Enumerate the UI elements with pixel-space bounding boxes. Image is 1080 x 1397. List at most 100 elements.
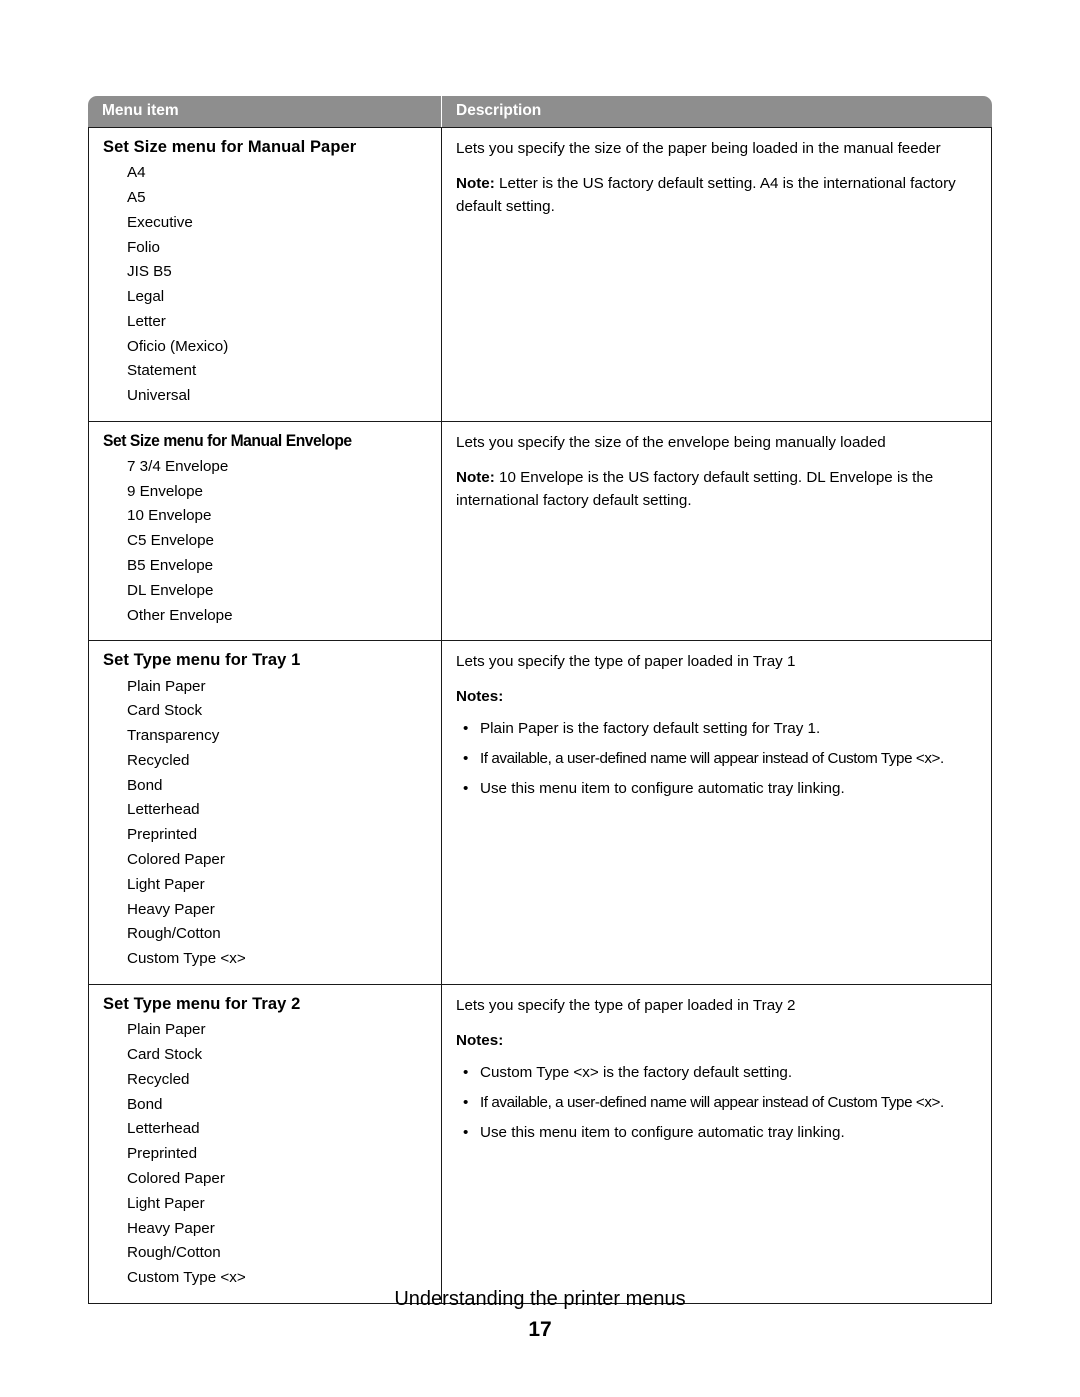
notes-bullet-item: • Custom Type <x> is the factory default …	[456, 1061, 977, 1084]
description-note: Note: Letter is the US factory default s…	[456, 172, 977, 218]
menu-option-item[interactable]: Letterhead	[127, 1117, 431, 1142]
menu-option-item[interactable]: Rough/Cotton	[127, 922, 431, 947]
notes-heading: Notes:	[456, 1032, 504, 1050]
menu-item-title: Set Type menu for Tray 1	[103, 651, 301, 670]
menu-option-item[interactable]: Universal	[127, 384, 431, 409]
notes-bullet-list: • Plain Paper is the factory default sett…	[456, 717, 977, 800]
menu-option-item[interactable]: B5 Envelope	[127, 554, 431, 579]
menu-option-item[interactable]: Recycled	[127, 749, 431, 774]
bullet-icon: •	[463, 1124, 469, 1142]
description-cell: Lets you specify the type of paper loade…	[442, 984, 992, 1304]
menu-option-item[interactable]: Plain Paper	[127, 1018, 431, 1043]
notes-heading: Notes:	[456, 688, 504, 706]
notes-bullet-item: • If available, a user-defined name will …	[456, 747, 977, 770]
menu-option-item[interactable]: Transparency	[127, 724, 431, 749]
bullet-icon: •	[463, 1094, 468, 1112]
note-text: 10 Envelope is the US factory default se…	[456, 469, 934, 510]
notes-bullet-text: If available, a user-defined name will a…	[480, 750, 944, 768]
description-intro: Lets you specify the size of the paper b…	[456, 140, 941, 157]
menu-item-title: Set Size menu for Manual Paper	[103, 138, 357, 156]
notes-bullet-list: • Custom Type <x> is the factory default …	[456, 1061, 977, 1144]
description-intro: Lets you specify the size of the envelop…	[456, 434, 886, 452]
column-header-description: Description	[442, 96, 992, 127]
description-intro: Lets you specify the type of paper loade…	[456, 997, 796, 1015]
menu-option-item[interactable]: Plain Paper	[127, 675, 431, 700]
menu-option-item[interactable]: Heavy Paper	[127, 898, 431, 923]
menu-option-item[interactable]: 9 Envelope	[127, 480, 431, 505]
notes-bullet-text: If available, a user-defined name will a…	[480, 1094, 944, 1112]
menu-option-item[interactable]: 10 Envelope	[127, 504, 431, 529]
menu-option-item[interactable]: Rough/Cotton	[127, 1241, 431, 1266]
notes-bullet-item: • Use this menu item to configure automat…	[456, 1121, 977, 1144]
notes-bullet-text: Custom Type <x> is the factory default s…	[480, 1064, 793, 1082]
menu-option-list: Plain Paper Card Stock Transparency Recycle…	[103, 675, 431, 973]
description-cell: Lets you specify the size of the paper b…	[442, 127, 992, 422]
menu-option-item[interactable]: Light Paper	[127, 873, 431, 898]
menu-option-item[interactable]: Bond	[127, 1093, 431, 1118]
menu-option-item[interactable]: Folio	[127, 236, 431, 261]
menu-item-title: Set Type menu for Tray 2	[103, 995, 301, 1014]
menu-option-item[interactable]: Heavy Paper	[127, 1217, 431, 1242]
table-header: Menu item Description	[88, 96, 992, 127]
table-row: Set Type menu for Tray 1 Plain Paper Card …	[88, 640, 992, 985]
printer-menu-table: Menu item Description Set Size menu for …	[88, 96, 992, 1304]
note-text: Letter is the US factory default setting…	[456, 175, 956, 215]
menu-option-item[interactable]: Colored Paper	[127, 1167, 431, 1192]
menu-option-item[interactable]: Other Envelope	[127, 604, 431, 629]
menu-item-cell: Set Type menu for Tray 2 Plain Paper Card …	[88, 984, 442, 1304]
menu-option-item[interactable]: Oficio (Mexico)	[127, 335, 431, 360]
description-cell: Lets you specify the size of the envelop…	[442, 421, 992, 641]
menu-option-item[interactable]: JIS B5	[127, 260, 431, 285]
menu-option-list: Plain Paper Card Stock Recycled Bond Letterh…	[103, 1018, 431, 1291]
footer-page-number: 17	[528, 1318, 552, 1341]
menu-option-item[interactable]: Colored Paper	[127, 848, 431, 873]
note-label: Note:	[456, 469, 495, 487]
menu-option-list: A4 A5 Executive Folio JIS B5 Legal Letter Ofici…	[103, 161, 431, 409]
notes-bullet-text: Use this menu item to configure automati…	[480, 780, 845, 798]
menu-option-item[interactable]: A4	[127, 161, 431, 186]
menu-option-item[interactable]: Card Stock	[127, 1043, 431, 1068]
footer-section-title: Understanding the printer menus	[394, 1288, 686, 1310]
menu-item-cell: Set Size menu for Manual Envelope 7 3/4 E…	[88, 421, 442, 641]
notes-bullet-text: Plain Paper is the factory default setti…	[480, 720, 821, 738]
menu-option-item[interactable]: C5 Envelope	[127, 529, 431, 554]
menu-option-item[interactable]: Bond	[127, 774, 431, 799]
menu-item-cell: Set Type menu for Tray 1 Plain Paper Card …	[88, 640, 442, 985]
notes-bullet-text: Use this menu item to configure automati…	[480, 1124, 845, 1142]
page-footer: Understanding the printer menus 17	[0, 1286, 1080, 1344]
table-body: Set Size menu for Manual Paper A4 A5 Execut…	[88, 127, 992, 1304]
bullet-icon: •	[463, 780, 469, 798]
description-intro: Lets you specify the type of paper loade…	[456, 653, 796, 671]
menu-option-item[interactable]: Letter	[127, 310, 431, 335]
menu-option-item[interactable]: Executive	[127, 211, 431, 236]
menu-option-item[interactable]: Legal	[127, 285, 431, 310]
menu-option-list: 7 3/4 Envelope 9 Envelope 10 Envelope C5 En…	[103, 455, 431, 629]
menu-item-cell: Set Size menu for Manual Paper A4 A5 Execut…	[88, 127, 442, 422]
column-header-menu-item: Menu item	[88, 96, 442, 127]
notes-bullet-item: • If available, a user-defined name will …	[456, 1091, 977, 1114]
menu-option-item[interactable]: Custom Type <x>	[127, 947, 431, 972]
notes-bullet-item: • Use this menu item to configure automat…	[456, 777, 977, 800]
menu-option-item[interactable]: Letterhead	[127, 798, 431, 823]
document-page: Menu item Description Set Size menu for …	[0, 0, 1080, 1397]
menu-option-item[interactable]: Light Paper	[127, 1192, 431, 1217]
menu-option-item[interactable]: DL Envelope	[127, 579, 431, 604]
table-row: Set Size menu for Manual Envelope 7 3/4 E…	[88, 421, 992, 641]
description-note: Note: 10 Envelope is the US factory defa…	[456, 466, 977, 512]
bullet-icon: •	[463, 750, 468, 768]
menu-option-item[interactable]: A5	[127, 186, 431, 211]
bullet-icon: •	[463, 1064, 469, 1082]
bullet-icon: •	[463, 720, 469, 738]
description-cell: Lets you specify the type of paper loade…	[442, 640, 992, 985]
menu-option-item[interactable]: Statement	[127, 359, 431, 384]
menu-item-title: Set Size menu for Manual Envelope	[103, 432, 352, 451]
table-row: Set Type menu for Tray 2 Plain Paper Card …	[88, 984, 992, 1304]
table-row: Set Size menu for Manual Paper A4 A5 Execut…	[88, 127, 992, 422]
menu-option-item[interactable]: Preprinted	[127, 1142, 431, 1167]
menu-option-item[interactable]: 7 3/4 Envelope	[127, 455, 431, 480]
note-label: Note:	[456, 175, 495, 192]
menu-option-item[interactable]: Card Stock	[127, 699, 431, 724]
menu-option-item[interactable]: Recycled	[127, 1068, 431, 1093]
notes-bullet-item: • Plain Paper is the factory default sett…	[456, 717, 977, 740]
menu-option-item[interactable]: Preprinted	[127, 823, 431, 848]
